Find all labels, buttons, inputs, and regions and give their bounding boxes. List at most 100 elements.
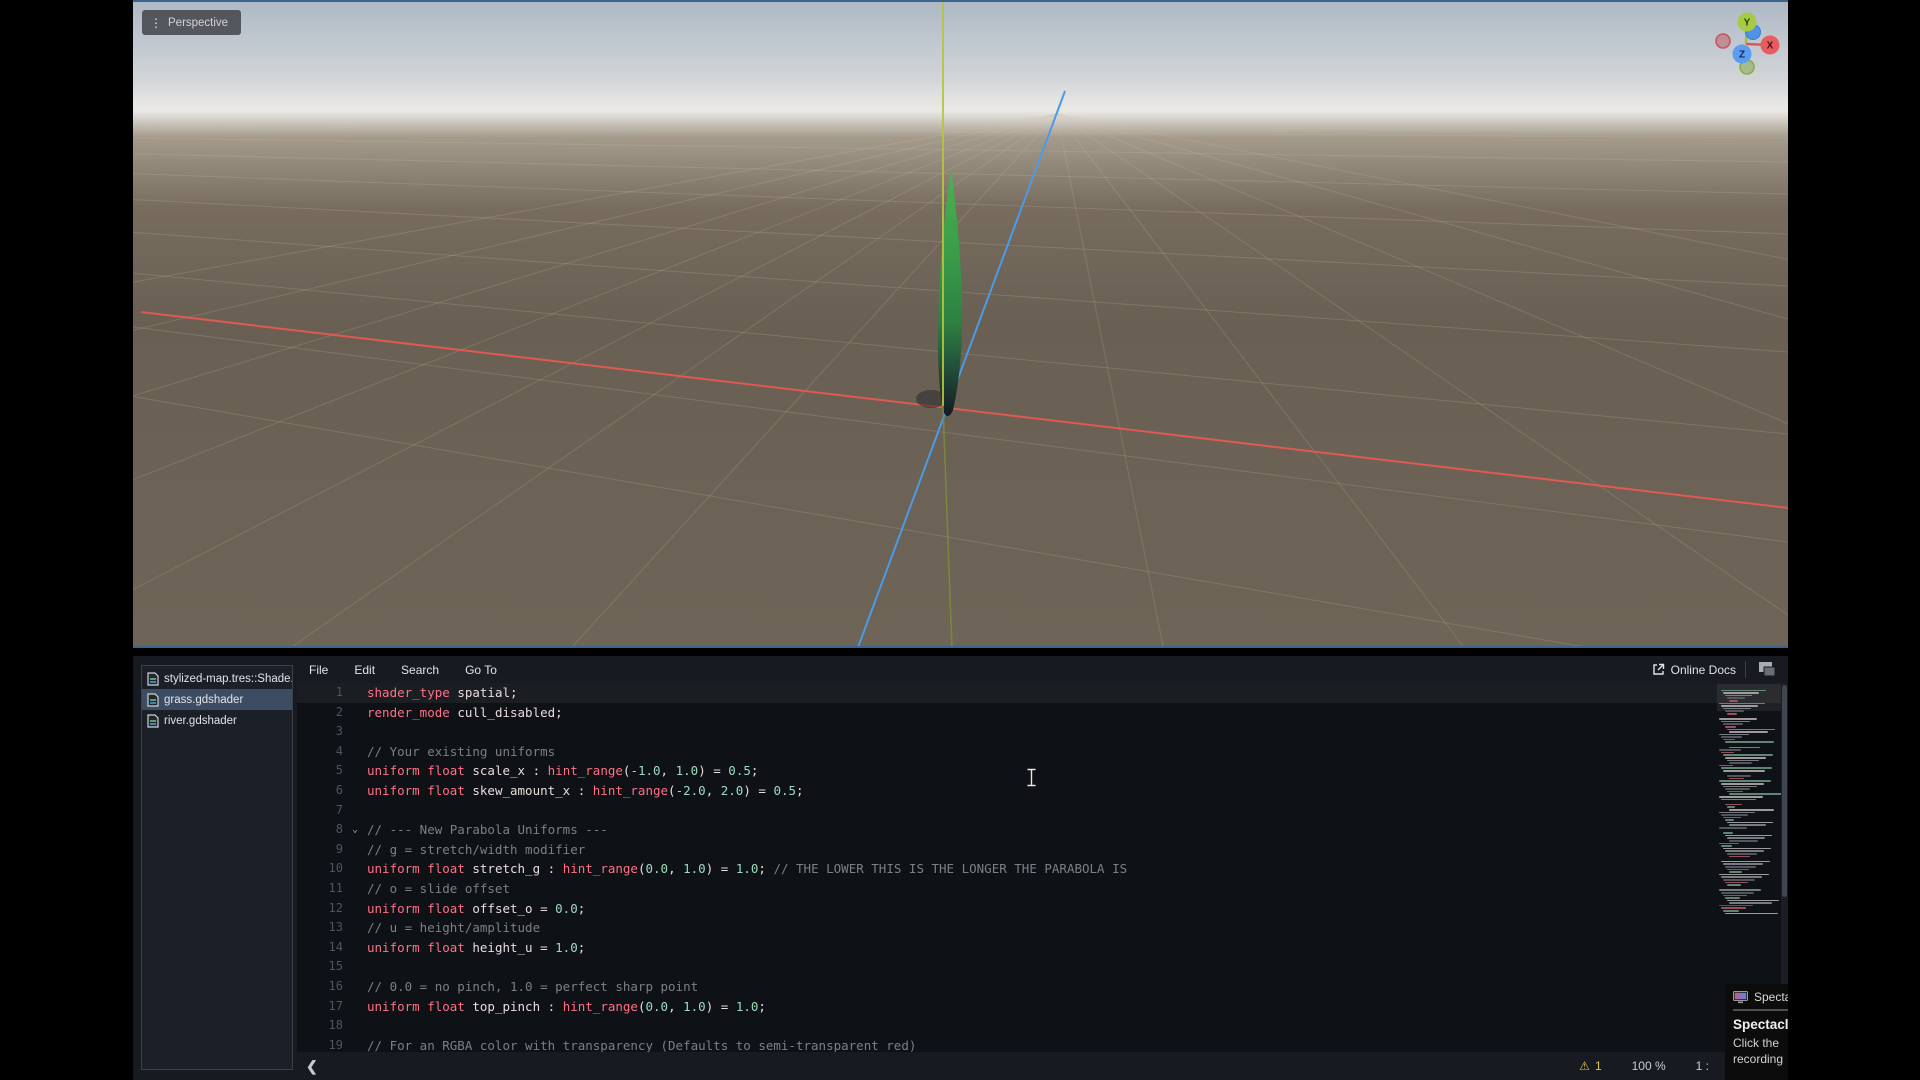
code-line[interactable]: 6 uniform float skew_amount_x : hint_rang… (297, 781, 1781, 801)
code-line[interactable]: 7 (297, 801, 1781, 821)
zoom-percent[interactable]: 100 % (1632, 1059, 1666, 1073)
notification-body-line2: recording (1733, 1051, 1788, 1067)
toolbar-separator (1745, 661, 1746, 678)
mouse-ibeam-cursor (1026, 768, 1037, 792)
history-back-button[interactable]: ❮ (306, 1058, 318, 1075)
3d-viewport[interactable]: Z Y X ⋮ Perspective (133, 0, 1788, 648)
external-link-icon (1652, 663, 1665, 676)
online-docs-label: Online Docs (1671, 663, 1736, 677)
fold-gutter (343, 1036, 367, 1052)
code-line[interactable]: 19// For an RGBA color with transparency… (297, 1036, 1781, 1052)
code-line[interactable]: 8⌄// --- New Parabola Uniforms --- (297, 820, 1781, 840)
fold-gutter (343, 703, 367, 723)
notification-title: Spectacle (1733, 1017, 1788, 1032)
file-name: stylized-map.tres::Shade... (164, 673, 292, 685)
gizmo-x-label: X (1767, 41, 1774, 52)
code-text: render_mode cull_disabled; (367, 703, 563, 723)
line-number: 7 (297, 801, 343, 821)
shader-file-icon (147, 672, 159, 686)
fold-gutter (343, 683, 367, 703)
code-line[interactable]: 3 (297, 722, 1781, 742)
code-text: uniform float scale_x : hint_range(-1.0,… (367, 761, 758, 781)
fold-gutter (343, 1016, 367, 1036)
fold-gutter (343, 977, 367, 997)
fold-gutter (343, 938, 367, 958)
code-line[interactable]: 11// o = slide offset (297, 879, 1781, 899)
captured-screen: Z Y X ⋮ Perspective stylized-map.tres::S… (133, 0, 1788, 1080)
menu-go-to[interactable]: Go To (452, 663, 510, 677)
code-line[interactable]: 10uniform float stretch_g : hint_range(0… (297, 859, 1781, 879)
shader-editor-panel: stylized-map.tres::Shade...grass.gdshade… (133, 656, 1788, 1080)
menu-search[interactable]: Search (388, 663, 452, 677)
float-window-icon (1758, 661, 1776, 677)
code-text: uniform float height_u = 1.0; (367, 938, 585, 958)
code-text: shader_type spatial; (367, 683, 518, 703)
line-number: 18 (297, 1016, 343, 1036)
fold-gutter (343, 801, 367, 821)
line-number: 3 (297, 722, 343, 742)
file-list-item[interactable]: stylized-map.tres::Shade... (142, 668, 292, 689)
code-line[interactable]: 5 uniform float scale_x : hint_range(-1.0… (297, 761, 1781, 781)
fold-gutter (343, 899, 367, 919)
line-number: 6 (297, 781, 343, 801)
code-line[interactable]: 16// 0.0 = no pinch, 1.0 = perfect sharp… (297, 977, 1781, 997)
file-name: grass.gdshader (164, 694, 243, 706)
code-line[interactable]: 1 shader_type spatial; (297, 683, 1781, 703)
fold-gutter (343, 997, 367, 1017)
file-name: river.gdshader (164, 715, 237, 727)
spectacle-app-icon (1733, 991, 1748, 1004)
line-number: 4 (297, 742, 343, 762)
file-list-item[interactable]: river.gdshader (142, 710, 292, 731)
code-text: uniform float stretch_g : hint_range(0.0… (367, 859, 1127, 879)
file-list-item[interactable]: grass.gdshader (142, 689, 292, 710)
view-menu-dots-icon: ⋮ (150, 16, 161, 30)
code-scrollbar-thumb[interactable] (1782, 685, 1787, 897)
gizmo-y-label: Y (1744, 18, 1751, 29)
recording-notification[interactable]: Spectacle Spectacle Click the recording (1725, 984, 1788, 1080)
code-line[interactable]: 13 // u = height/amplitude (297, 918, 1781, 938)
menu-file[interactable]: File (296, 663, 341, 677)
fold-gutter (343, 859, 367, 879)
code-line[interactable]: 9 // g = stretch/width modifier (297, 840, 1781, 860)
code-text: uniform float offset_o = 0.0; (367, 899, 585, 919)
code-line[interactable]: 4// Your existing uniforms (297, 742, 1781, 762)
code-line[interactable]: 12uniform float offset_o = 0.0; (297, 899, 1781, 919)
fold-arrow-icon[interactable]: ⌄ (343, 820, 367, 840)
line-number: 19 (297, 1036, 343, 1052)
fold-gutter (343, 742, 367, 762)
shader-file-icon (147, 714, 159, 728)
float-panel-button[interactable] (1758, 661, 1776, 677)
line-number: 9 (297, 840, 343, 860)
code-text: // u = height/amplitude (367, 918, 540, 938)
code-line[interactable]: 2render_mode cull_disabled; (297, 703, 1781, 723)
fold-gutter (343, 781, 367, 801)
code-minimap[interactable] (1717, 686, 1781, 928)
code-text: uniform float skew_amount_x : hint_range… (367, 781, 804, 801)
code-line[interactable]: 14uniform float height_u = 1.0; (297, 938, 1781, 958)
code-editor[interactable]: 1 shader_type spatial;2render_mode cull_d… (297, 683, 1781, 1052)
perspective-menu-button[interactable]: ⋮ Perspective (142, 10, 241, 35)
online-docs-button[interactable]: Online Docs (1652, 656, 1736, 683)
menu-edit[interactable]: Edit (341, 663, 388, 677)
shader-file-list[interactable]: stylized-map.tres::Shade...grass.gdshade… (141, 665, 293, 1070)
line-number: 16 (297, 977, 343, 997)
fold-gutter (343, 879, 367, 899)
code-text: // g = stretch/width modifier (367, 840, 585, 860)
code-text: // --- New Parabola Uniforms --- (367, 820, 608, 840)
perspective-label: Perspective (168, 17, 228, 29)
warnings-indicator[interactable]: ⚠ 1 (1579, 1059, 1601, 1073)
code-line[interactable]: 17 uniform float top_pinch : hint_range(0… (297, 997, 1781, 1017)
fold-gutter (343, 957, 367, 977)
code-line[interactable]: 18 (297, 1016, 1781, 1036)
code-text: // o = slide offset (367, 879, 510, 899)
code-text: uniform float top_pinch : hint_range(0.0… (367, 997, 766, 1017)
notification-body-line1: Click the (1733, 1035, 1788, 1051)
code-line[interactable]: 15 (297, 957, 1781, 977)
line-number: 17 (297, 997, 343, 1017)
line-number: 13 (297, 918, 343, 938)
gizmo-neg-x-ball[interactable] (1716, 34, 1730, 48)
fold-gutter (343, 722, 367, 742)
line-number: 1 (297, 683, 343, 703)
line-number: 5 (297, 761, 343, 781)
warning-icon: ⚠ (1579, 1059, 1590, 1073)
